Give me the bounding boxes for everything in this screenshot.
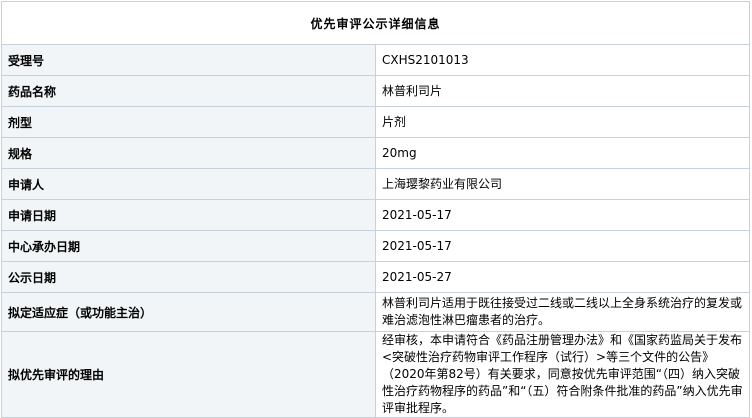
row-value-application-date: 2021-05-17 [375, 199, 750, 231]
table-row: 规格 20mg [1, 137, 750, 169]
table-row: 受理号 CXHS2101013 [1, 44, 750, 76]
table-row: 药品名称 林普利司片 [1, 75, 750, 107]
row-label-acceptance-no: 受理号 [1, 44, 376, 76]
table-row: 申请人 上海璎黎药业有限公司 [1, 168, 750, 200]
row-value-acceptance-no: CXHS2101013 [375, 44, 750, 76]
row-value-publish-date: 2021-05-27 [375, 261, 750, 293]
row-label-drug-name: 药品名称 [1, 75, 376, 107]
row-value-dosage-form: 片剂 [375, 106, 750, 138]
table-row: 中心承办日期 2021-05-17 [1, 230, 750, 262]
row-value-specification: 20mg [375, 137, 750, 169]
table-row: 拟定适应症（或功能主治） 林普利司片适用于既往接受过二线或二线以上全身系统治疗的… [1, 292, 750, 332]
row-value-applicant: 上海璎黎药业有限公司 [375, 168, 750, 200]
row-label-dosage-form: 剂型 [1, 106, 376, 138]
page-title: 优先审评公示详细信息 [1, 1, 750, 45]
page: 优先审评公示详细信息 受理号 CXHS2101013 药品名称 林普利司片 剂型… [0, 0, 752, 418]
row-label-applicant: 申请人 [1, 168, 376, 200]
row-label-application-date: 申请日期 [1, 199, 376, 231]
row-value-center-date: 2021-05-17 [375, 230, 750, 262]
detail-table: 优先审评公示详细信息 受理号 CXHS2101013 药品名称 林普利司片 剂型… [1, 1, 750, 418]
row-value-indication: 林普利司片适用于既往接受过二线或二线以上全身系统治疗的复发或难治滤泡性淋巴瘤患者… [375, 292, 750, 332]
row-value-drug-name: 林普利司片 [375, 75, 750, 107]
row-label-indication: 拟定适应症（或功能主治） [1, 292, 376, 332]
row-label-center-date: 中心承办日期 [1, 230, 376, 262]
row-label-specification: 规格 [1, 137, 376, 169]
table-row: 申请日期 2021-05-17 [1, 199, 750, 231]
table-row: 拟优先审评的理由 经审核，本申请符合《药品注册管理办法》和《国家药监局关于发布<… [1, 331, 750, 418]
table-row: 剂型 片剂 [1, 106, 750, 138]
row-value-reason: 经审核，本申请符合《药品注册管理办法》和《国家药监局关于发布<突破性治疗药物审评… [375, 331, 750, 418]
row-label-reason: 拟优先审评的理由 [1, 331, 376, 418]
row-label-publish-date: 公示日期 [1, 261, 376, 293]
title-row: 优先审评公示详细信息 [1, 1, 750, 45]
table-row: 公示日期 2021-05-27 [1, 261, 750, 293]
